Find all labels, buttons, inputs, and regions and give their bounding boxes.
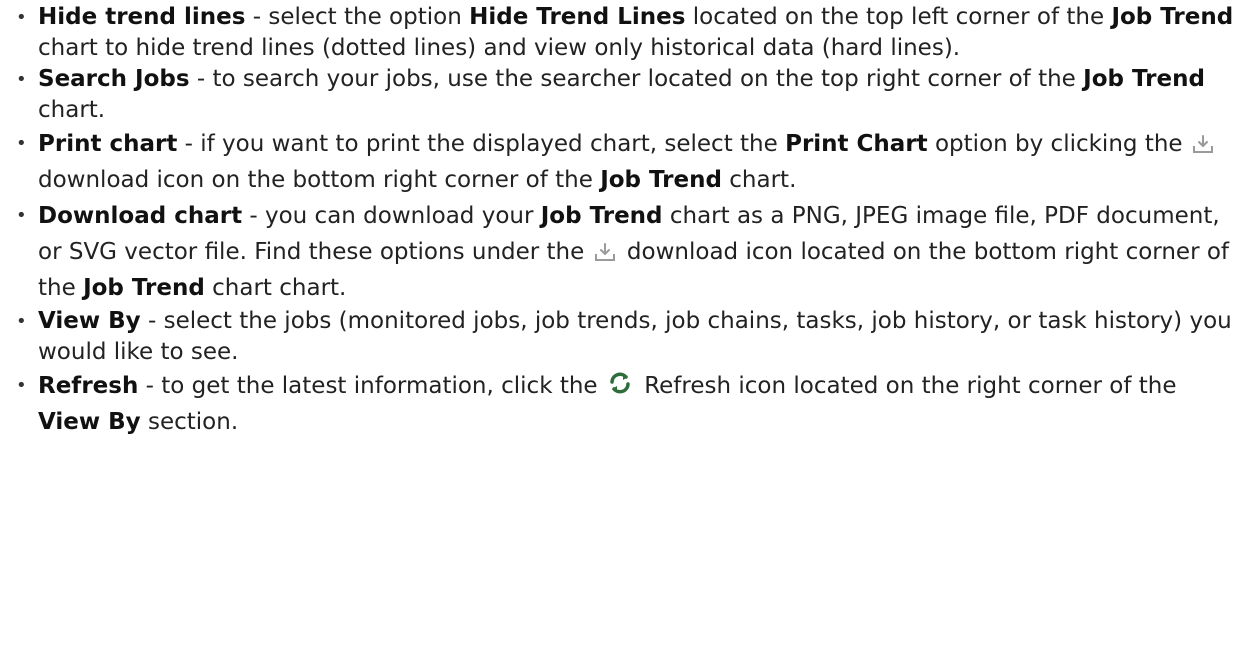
list-item-view-by: View By - select the jobs (monitored job… — [12, 306, 1241, 368]
bold-text: Job Trend — [1111, 4, 1234, 30]
term-refresh: Refresh — [38, 373, 139, 399]
text: chart chart. — [204, 275, 347, 301]
text: section. — [140, 409, 239, 435]
bold-text: Job Trend — [600, 167, 722, 193]
text: located on the top left corner of the — [685, 4, 1112, 30]
help-document: Hide trend lines - select the option Hid… — [0, 0, 1253, 661]
text: - if you want to print the displayed cha… — [177, 131, 786, 157]
term-print-chart: Print chart — [38, 131, 178, 157]
term-search-jobs: Search Jobs — [38, 66, 190, 92]
refresh-icon — [607, 370, 633, 396]
text: option by clicking the — [927, 131, 1190, 157]
list-item-print-chart: Print chart - if you want to print the d… — [12, 126, 1241, 198]
bold-text: Hide Trend Lines — [469, 4, 686, 30]
text: Refresh icon located on the right corner… — [636, 373, 1177, 399]
bold-text: View By — [38, 409, 141, 435]
term-view-by: View By — [38, 308, 141, 334]
text: - to search your jobs, use the searcher … — [189, 66, 1084, 92]
bold-text: Print Chart — [785, 131, 928, 157]
download-icon — [594, 242, 616, 262]
text: chart. — [721, 167, 797, 193]
bold-text: Job Trend — [1083, 66, 1205, 92]
list-item-download-chart: Download chart - you can download your J… — [12, 198, 1241, 306]
term-hide-trend-lines: Hide trend lines — [38, 4, 246, 30]
term-download-chart: Download chart — [38, 203, 243, 229]
list-item-refresh: Refresh - to get the latest information,… — [12, 368, 1241, 440]
bold-text: Job Trend — [540, 203, 663, 229]
text: chart. — [38, 97, 106, 123]
text: download icon on the bottom right corner… — [38, 167, 601, 193]
feature-list: Hide trend lines - select the option Hid… — [12, 2, 1241, 440]
list-item-search-jobs: Search Jobs - to search your jobs, use t… — [12, 64, 1241, 126]
text: - you can download your — [242, 203, 541, 229]
bold-text: Job Trend — [83, 275, 205, 301]
text: - select the option — [245, 4, 470, 30]
text: chart to hide trend lines (dotted lines)… — [38, 35, 961, 61]
text: - to get the latest information, click t… — [138, 373, 605, 399]
list-item-hide-trend-lines: Hide trend lines - select the option Hid… — [12, 2, 1241, 64]
text: - select the jobs (monitored jobs, job t… — [38, 308, 1232, 365]
download-icon — [1192, 134, 1214, 154]
